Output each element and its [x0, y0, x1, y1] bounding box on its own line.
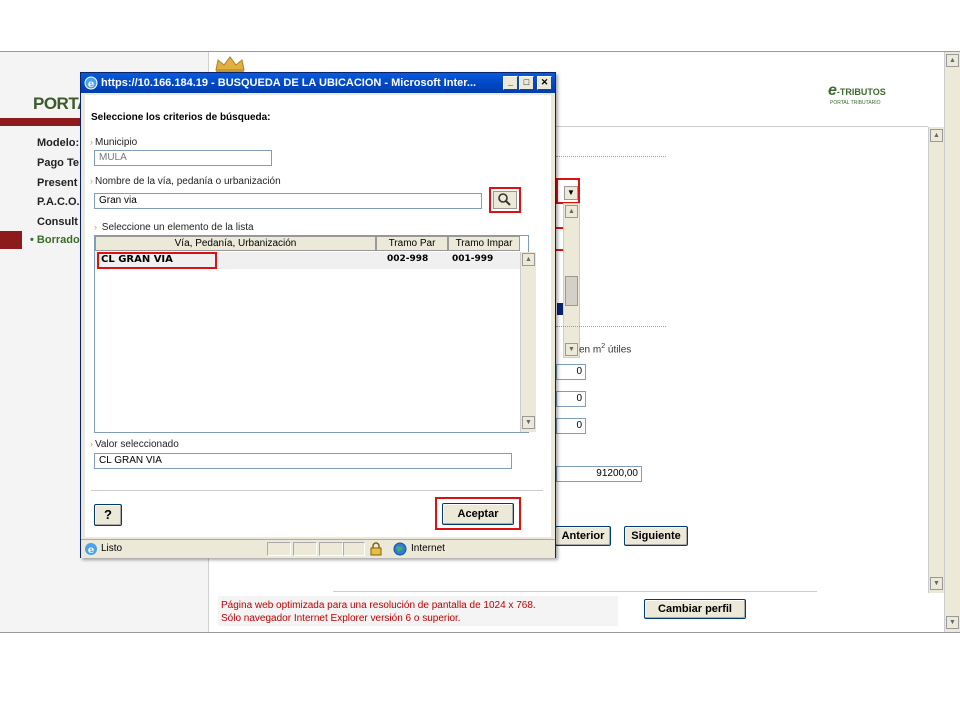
column-header-via[interactable]: Vía, Pedanía, Urbanización — [95, 236, 376, 251]
active-menu-marker — [0, 231, 22, 249]
row-impar: 001-999 — [452, 254, 494, 264]
dropdown-arrow-icon[interactable]: ▼ — [564, 186, 578, 200]
status-text: Listo — [101, 543, 123, 554]
popup-body: Seleccione los criterios de búsqueda: › M… — [85, 95, 551, 537]
scroll-up-icon[interactable]: ▲ — [946, 54, 959, 67]
bg-field-3[interactable]: 0 — [556, 418, 586, 434]
search-icon — [498, 193, 511, 206]
page-icon: e — [85, 543, 97, 556]
dotted-separator — [556, 156, 666, 157]
status-cell — [319, 542, 343, 556]
footer-divider — [333, 591, 817, 592]
footer-note: Página web optimizada para una resolució… — [221, 599, 536, 625]
row-par: 002-998 — [387, 254, 429, 264]
results-scroll-down-icon[interactable]: ▼ — [522, 416, 535, 429]
area-label: en m2 útiles — [579, 343, 631, 355]
etributos-logo: e-TRIBUTOS PORTAL TRIBUTARIO — [828, 82, 886, 106]
lock-icon — [370, 542, 382, 556]
via-label: › Nombre de la vía, pedanía o urbanizació… — [90, 176, 281, 187]
sidebar-item-pago[interactable]: Pago Te — [37, 157, 79, 169]
area-label-suffix: útiles — [605, 344, 632, 356]
sidebar-item-borrador[interactable]: • Borrado — [30, 234, 80, 246]
bg-field-1[interactable]: 0 — [556, 364, 586, 380]
zone-text: Internet — [411, 543, 445, 554]
footer-line-2: Sólo navegador Internet Explorer versión… — [221, 613, 461, 624]
column-header-impar[interactable]: Tramo Impar — [448, 236, 520, 251]
selected-value-label: › Valor seleccionado — [90, 439, 179, 450]
bg-list-up-icon[interactable]: ▲ — [565, 205, 578, 218]
next-button[interactable]: Siguiente — [624, 526, 688, 546]
etributos-logo-prefix: e — [828, 82, 837, 99]
accept-button[interactable]: Aceptar — [442, 503, 514, 525]
sidebar-item-consultar[interactable]: Consult — [37, 216, 78, 228]
list-label: › Seleccione un elemento de la lista — [94, 222, 254, 233]
selected-value-input[interactable]: CL GRAN VIA — [94, 453, 512, 469]
popup-divider — [91, 490, 543, 491]
via-input[interactable]: Gran via — [94, 193, 482, 209]
scroll-down-icon[interactable]: ▼ — [946, 616, 959, 629]
results-scroll-up-icon[interactable]: ▲ — [522, 253, 535, 266]
arrow-icon: › — [90, 439, 93, 449]
popup-titlebar[interactable]: e https://10.166.184.19 - BUSQUEDA DE LA… — [81, 73, 555, 93]
search-criteria-heading: Seleccione los criterios de búsqueda: — [91, 112, 271, 123]
area-label-prefix: en m — [579, 344, 602, 356]
bg-list-scrollbar[interactable]: ▲ ▼ — [563, 203, 580, 358]
results-table: Vía, Pedanía, Urbanización Tramo Par Tra… — [94, 235, 536, 433]
maximize-icon[interactable]: □ — [519, 76, 534, 90]
municipio-input[interactable]: MULA — [94, 150, 272, 166]
etributos-logo-suffix: -TRIBUTOS — [836, 87, 886, 97]
internet-globe-icon — [393, 542, 407, 556]
bg-list-thumb[interactable] — [565, 276, 578, 306]
footer-line-1: Página web optimizada para una resolució… — [221, 600, 536, 611]
content-scroll-up-icon[interactable]: ▲ — [930, 129, 943, 142]
minimize-icon[interactable]: _ — [503, 76, 518, 90]
sidebar-item-paco[interactable]: P.A.C.O. — [37, 196, 80, 208]
help-button[interactable]: ? — [94, 504, 122, 526]
popup-statusbar: e Listo Internet — [81, 539, 555, 558]
dotted-separator-2 — [556, 326, 666, 327]
search-button[interactable] — [493, 191, 517, 209]
content-scroll-down-icon[interactable]: ▼ — [930, 577, 943, 590]
bg-field-2[interactable]: 0 — [556, 391, 586, 407]
previous-button[interactable]: Anterior — [555, 526, 611, 546]
selected-value-label-text: Valor seleccionado — [95, 439, 179, 450]
bg-list-down-icon[interactable]: ▼ — [565, 343, 578, 356]
sidebar-item-presentar[interactable]: Present — [37, 177, 77, 189]
close-icon[interactable]: ✕ — [537, 76, 552, 90]
outer-scrollbar[interactable]: ▲ ▼ — [944, 52, 960, 632]
arrow-icon: › — [94, 222, 97, 232]
popup-title: https://10.166.184.19 - BUSQUEDA DE LA U… — [101, 77, 477, 89]
sidebar-item-modelo[interactable]: Modelo: — [37, 137, 79, 149]
status-cell — [267, 542, 291, 556]
bg-selection-marker — [557, 303, 563, 315]
etributos-tagline: PORTAL TRIBUTARIO — [830, 100, 881, 106]
via-label-text: Nombre de la vía, pedanía o urbanización — [95, 176, 281, 187]
table-row[interactable]: CL GRAN VIA 002-998 001-999 — [95, 252, 520, 269]
bg-field-total[interactable]: 91200,00 — [556, 466, 642, 482]
list-label-text: Seleccione un elemento de la lista — [101, 222, 254, 233]
arrow-icon: › — [90, 176, 93, 186]
row-via: CL GRAN VIA — [101, 254, 173, 265]
results-scrollbar[interactable]: ▲ ▼ — [520, 252, 536, 432]
municipio-label: › Municipio — [90, 137, 137, 148]
status-cell — [343, 542, 365, 556]
search-location-popup: e https://10.166.184.19 - BUSQUEDA DE LA… — [80, 72, 556, 558]
change-profile-button[interactable]: Cambiar perfil — [644, 599, 746, 619]
arrow-icon: › — [90, 137, 93, 147]
svg-text:e: e — [88, 79, 94, 90]
crown-icon — [215, 56, 245, 73]
content-scrollbar[interactable]: ▲ ▼ — [928, 127, 944, 593]
ie-icon: e — [84, 76, 98, 90]
svg-text:e: e — [88, 545, 94, 556]
status-cell — [293, 542, 317, 556]
municipio-label-text: Municipio — [95, 137, 138, 148]
column-header-par[interactable]: Tramo Par — [376, 236, 448, 251]
